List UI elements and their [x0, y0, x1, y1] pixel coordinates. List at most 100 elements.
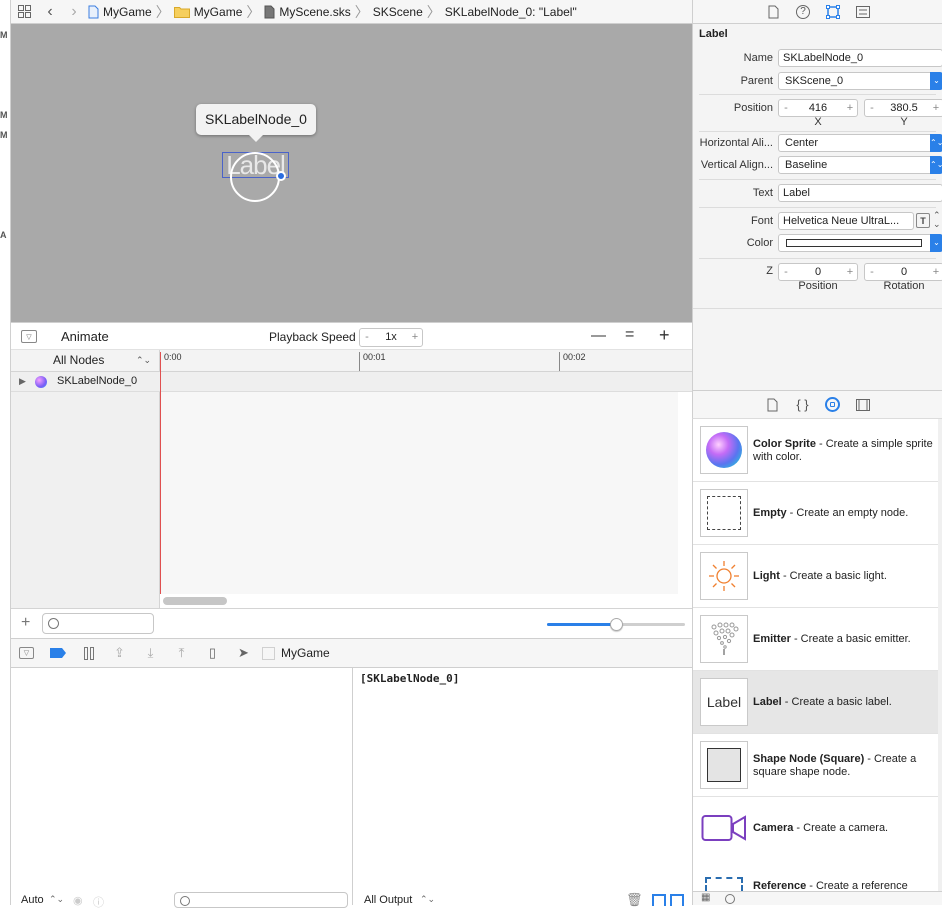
toggle-action-editor-icon[interactable]: ▽: [21, 330, 37, 343]
breadcrumb-folder[interactable]: MyGame: [171, 5, 246, 19]
forward-chevron-icon[interactable]: ›: [63, 3, 85, 21]
library-tabs: { }: [692, 390, 942, 419]
library-item[interactable]: Shape Node (Square) - Create a square sh…: [693, 734, 938, 797]
parent-popup[interactable]: SKScene_0 ⌄: [778, 72, 942, 90]
horizontal-alignment-popup[interactable]: Center ⌃⌄: [778, 134, 942, 152]
decrement-button[interactable]: -: [779, 264, 793, 280]
file-template-library-icon[interactable]: [762, 395, 784, 415]
grid-view-icon[interactable]: ▦: [701, 893, 710, 903]
breadcrumb-node[interactable]: SKLabelNode_0: "Label": [442, 5, 580, 19]
playhead[interactable]: [160, 352, 161, 594]
increment-button[interactable]: +: [929, 264, 942, 280]
show-variables-icon[interactable]: [652, 894, 666, 906]
increment-button[interactable]: +: [843, 100, 857, 116]
filter-input[interactable]: [42, 613, 154, 634]
text-field[interactable]: Label: [778, 184, 942, 202]
code-snippet-library-icon[interactable]: { }: [792, 395, 814, 415]
debug-target-label[interactable]: MyGame: [277, 646, 330, 660]
related-items-grid-icon[interactable]: [11, 5, 37, 18]
zoom-out-button[interactable]: —: [591, 327, 606, 344]
library-item[interactable]: Reference - Create a reference: [693, 860, 938, 891]
media-library-icon[interactable]: [852, 395, 874, 415]
library-item[interactable]: Empty - Create an empty node.: [693, 482, 938, 545]
popup-chevrons-icon: ⌃⌄: [49, 894, 65, 904]
attributes-inspector-icon[interactable]: [822, 2, 844, 22]
decrement-button[interactable]: -: [865, 264, 879, 280]
increment-button[interactable]: +: [929, 100, 942, 116]
library-item[interactable]: Emitter - Create a basic emitter.: [693, 608, 938, 671]
node-name: SKLabelNode_0: [57, 375, 138, 387]
folder-icon: [173, 6, 190, 18]
pause-icon[interactable]: [73, 639, 104, 667]
zoom-in-button[interactable]: +: [659, 325, 670, 346]
add-button[interactable]: +: [21, 614, 30, 632]
object-library-icon[interactable]: [822, 395, 844, 415]
info-icon[interactable]: ⓘ: [93, 894, 104, 910]
name-field[interactable]: SKLabelNode_0: [778, 49, 942, 67]
library-filter-icon[interactable]: [725, 894, 735, 904]
variables-scope-popup[interactable]: Auto: [21, 894, 44, 906]
font-size-stepper-icon[interactable]: ⌃ ⌄: [933, 211, 941, 229]
anchor-point-handle[interactable]: [276, 171, 286, 181]
playback-speed-stepper[interactable]: - 1x +: [359, 328, 423, 347]
step-out-icon[interactable]: ⤒: [166, 639, 197, 667]
scene-canvas[interactable]: SKLabelNode_0 Label: [11, 24, 692, 322]
quick-help-icon[interactable]: ?: [792, 2, 814, 22]
disclosure-triangle-icon[interactable]: ▶: [19, 376, 26, 387]
position-x-value[interactable]: 416: [793, 100, 843, 116]
zoom-fit-button[interactable]: =: [625, 326, 634, 344]
position-y-stepper[interactable]: - 380.5 +: [864, 99, 942, 117]
library-scrollbar[interactable]: [938, 419, 942, 891]
rotation-handle-circle[interactable]: [230, 152, 280, 202]
decrement-button[interactable]: -: [865, 100, 879, 116]
increment-button[interactable]: +: [843, 264, 857, 280]
breadcrumb-separator: 〉: [246, 3, 261, 20]
variables-filter-input[interactable]: [174, 892, 348, 908]
trash-icon[interactable]: 🗑: [626, 892, 643, 908]
variables-view[interactable]: Auto ⌃⌄ ◉ ⓘ: [11, 668, 353, 909]
z-position-value[interactable]: 0: [793, 264, 843, 280]
increase-speed-button[interactable]: +: [408, 329, 422, 345]
file-inspector-icon[interactable]: [762, 2, 784, 22]
z-rotation-stepper[interactable]: - 0 +: [864, 263, 942, 281]
z-rotation-value[interactable]: 0: [879, 264, 929, 280]
hide-debug-area-icon[interactable]: ▽: [11, 639, 42, 667]
show-console-icon[interactable]: [670, 894, 684, 906]
timeline-zoom-slider[interactable]: [547, 618, 685, 631]
breadcrumb-project[interactable]: MyGame: [85, 5, 155, 19]
location-simulate-icon[interactable]: ➤: [228, 639, 259, 667]
library-item[interactable]: Color Sprite - Create a simple sprite wi…: [693, 419, 938, 482]
reference-icon: [700, 867, 748, 891]
decrement-button[interactable]: -: [779, 100, 793, 116]
z-rotation-sublabel: Rotation: [883, 280, 925, 292]
back-chevron-icon[interactable]: ‹: [37, 3, 63, 21]
size-inspector-icon[interactable]: [852, 2, 874, 22]
vertical-alignment-popup[interactable]: Baseline ⌃⌄: [778, 156, 942, 174]
breadcrumb-scene-file[interactable]: MyScene.sks: [261, 5, 353, 19]
color-well[interactable]: ⌄: [778, 234, 942, 252]
slider-knob[interactable]: [610, 618, 623, 631]
timeline-track-area[interactable]: [160, 392, 678, 594]
z-position-stepper[interactable]: - 0 +: [778, 263, 858, 281]
console-output-popup[interactable]: All Output: [364, 894, 412, 906]
library-item[interactable]: Camera - Create a camera.: [693, 797, 938, 860]
timeline-horizontal-scrollbar[interactable]: [163, 597, 227, 605]
library-item[interactable]: Light - Create a basic light.: [693, 545, 938, 608]
font-picker-icon[interactable]: T: [916, 213, 930, 228]
node-filter-popup[interactable]: All Nodes ⌃⌄: [11, 350, 160, 371]
font-field[interactable]: Helvetica Neue UltraL...: [778, 212, 914, 230]
decrease-speed-button[interactable]: -: [360, 329, 374, 345]
light-icon: [700, 552, 748, 600]
eye-icon[interactable]: ◉: [73, 894, 83, 907]
console-view[interactable]: [SKLabelNode_0] All Output ⌃⌄ 🗑: [354, 668, 692, 908]
position-x-stepper[interactable]: - 416 +: [778, 99, 858, 117]
library-item[interactable]: Label Label - Create a basic label.: [693, 671, 938, 734]
breakpoints-toggle-icon[interactable]: [42, 639, 73, 667]
view-debugger-icon[interactable]: ▯: [197, 639, 228, 667]
timeline-node-row[interactable]: ▶ SKLabelNode_0: [11, 372, 692, 392]
step-over-icon[interactable]: ⇪: [104, 639, 135, 667]
name-label: Name: [743, 52, 773, 64]
step-into-icon[interactable]: ⤓: [135, 639, 166, 667]
position-y-value[interactable]: 380.5: [879, 100, 929, 116]
breadcrumb-scene[interactable]: SKScene: [370, 5, 426, 19]
